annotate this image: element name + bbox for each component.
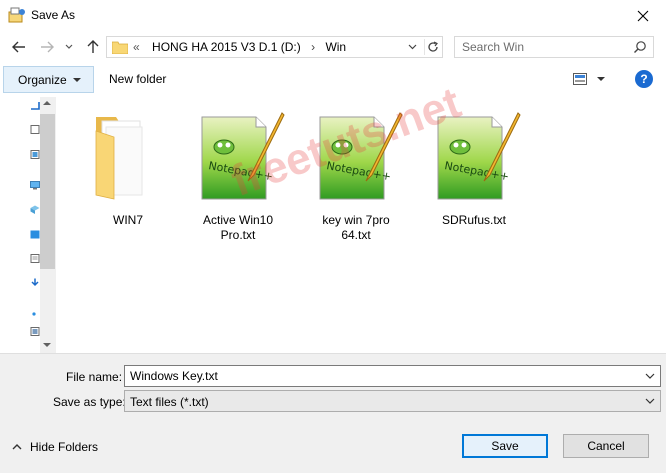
save-as-type-value: Text files (*.txt) bbox=[130, 395, 209, 409]
chevron-down-icon bbox=[65, 44, 73, 49]
file-name: WIN7 bbox=[113, 213, 143, 227]
scroll-down-icon[interactable] bbox=[43, 343, 51, 347]
breadcrumb: « HONG HA 2015 V3 D.1 (D:) › Win bbox=[133, 40, 346, 54]
3d-objects-icon[interactable] bbox=[30, 205, 40, 214]
chevron-down-icon bbox=[408, 44, 416, 50]
close-icon bbox=[637, 10, 649, 21]
pictures-icon[interactable] bbox=[30, 150, 40, 159]
nav-scrollbar-thumb[interactable] bbox=[40, 114, 55, 269]
new-folder-button[interactable]: New folder bbox=[109, 72, 166, 86]
chevron-up-icon bbox=[12, 444, 22, 450]
cancel-button[interactable]: Cancel bbox=[563, 434, 649, 458]
document-icon[interactable] bbox=[30, 125, 40, 134]
breadcrumb-overflow[interactable]: « bbox=[133, 40, 140, 54]
scroll-up-icon[interactable] bbox=[43, 101, 51, 105]
help-button[interactable]: ? bbox=[635, 70, 653, 88]
recent-locations-button[interactable] bbox=[62, 37, 76, 57]
file-item-win7[interactable]: WIN7 bbox=[80, 111, 176, 228]
file-name: SDRufus.txt bbox=[441, 213, 507, 227]
folder-icon bbox=[112, 41, 128, 54]
refresh-button[interactable] bbox=[424, 39, 440, 55]
file-name-input[interactable] bbox=[125, 366, 635, 386]
arrow-right-icon bbox=[41, 41, 54, 53]
search-icon[interactable] bbox=[633, 40, 647, 54]
file-name: key win 7pro 64.txt bbox=[322, 213, 390, 242]
documents-icon[interactable] bbox=[30, 254, 40, 263]
file-name: Active Win10 Pro.txt bbox=[202, 213, 274, 242]
title-bar: Save As bbox=[0, 0, 666, 31]
desktop-icon[interactable] bbox=[30, 230, 40, 239]
quick-access-arrow-icon[interactable] bbox=[30, 101, 40, 110]
folder-icon bbox=[95, 117, 143, 200]
search-box[interactable] bbox=[454, 36, 654, 58]
save-button[interactable]: Save bbox=[462, 434, 548, 458]
caret-down-icon bbox=[72, 77, 81, 82]
save-as-app-icon bbox=[8, 7, 25, 23]
close-button[interactable] bbox=[620, 0, 666, 31]
this-pc-icon[interactable] bbox=[30, 181, 40, 190]
file-name-field[interactable] bbox=[124, 365, 661, 387]
organize-button[interactable]: Organize bbox=[3, 66, 94, 93]
music-icon[interactable] bbox=[30, 307, 40, 316]
chevron-down-icon[interactable] bbox=[643, 369, 657, 383]
navigation-pane[interactable] bbox=[0, 97, 56, 353]
address-bar[interactable]: « HONG HA 2015 V3 D.1 (D:) › Win bbox=[106, 36, 443, 58]
hide-folders-label: Hide Folders bbox=[30, 440, 99, 454]
save-as-type-label: Save as type: bbox=[53, 395, 126, 409]
downloads-icon[interactable] bbox=[30, 278, 40, 287]
window-title: Save As bbox=[31, 8, 76, 22]
hide-folders-button[interactable]: Hide Folders bbox=[12, 440, 98, 454]
save-as-dialog: Save As « HONG HA 2015 V3 D.1 (D:) › Win… bbox=[0, 0, 666, 473]
save-as-type-select[interactable]: Text files (*.txt) bbox=[124, 390, 661, 412]
forward-button[interactable] bbox=[37, 37, 57, 57]
search-input[interactable] bbox=[455, 37, 630, 57]
breadcrumb-drive[interactable]: HONG HA 2015 V3 D.1 (D:) bbox=[152, 40, 301, 54]
arrow-up-icon bbox=[87, 40, 99, 53]
chevron-down-icon bbox=[645, 398, 655, 404]
pictures-folder-icon[interactable] bbox=[30, 327, 40, 336]
address-history-button[interactable] bbox=[404, 39, 420, 55]
back-button[interactable] bbox=[9, 37, 29, 57]
file-name-label: File name: bbox=[66, 370, 123, 384]
arrow-left-icon bbox=[12, 41, 25, 53]
breadcrumb-folder[interactable]: Win bbox=[325, 40, 346, 54]
view-dropdown-icon[interactable] bbox=[597, 77, 605, 81]
command-bar: Organize New folder ? bbox=[0, 66, 666, 94]
breadcrumb-separator[interactable]: › bbox=[311, 40, 315, 54]
up-button[interactable] bbox=[83, 37, 103, 57]
organize-label: Organize bbox=[18, 72, 67, 87]
view-options-icon[interactable] bbox=[573, 73, 587, 85]
refresh-icon bbox=[427, 41, 438, 52]
